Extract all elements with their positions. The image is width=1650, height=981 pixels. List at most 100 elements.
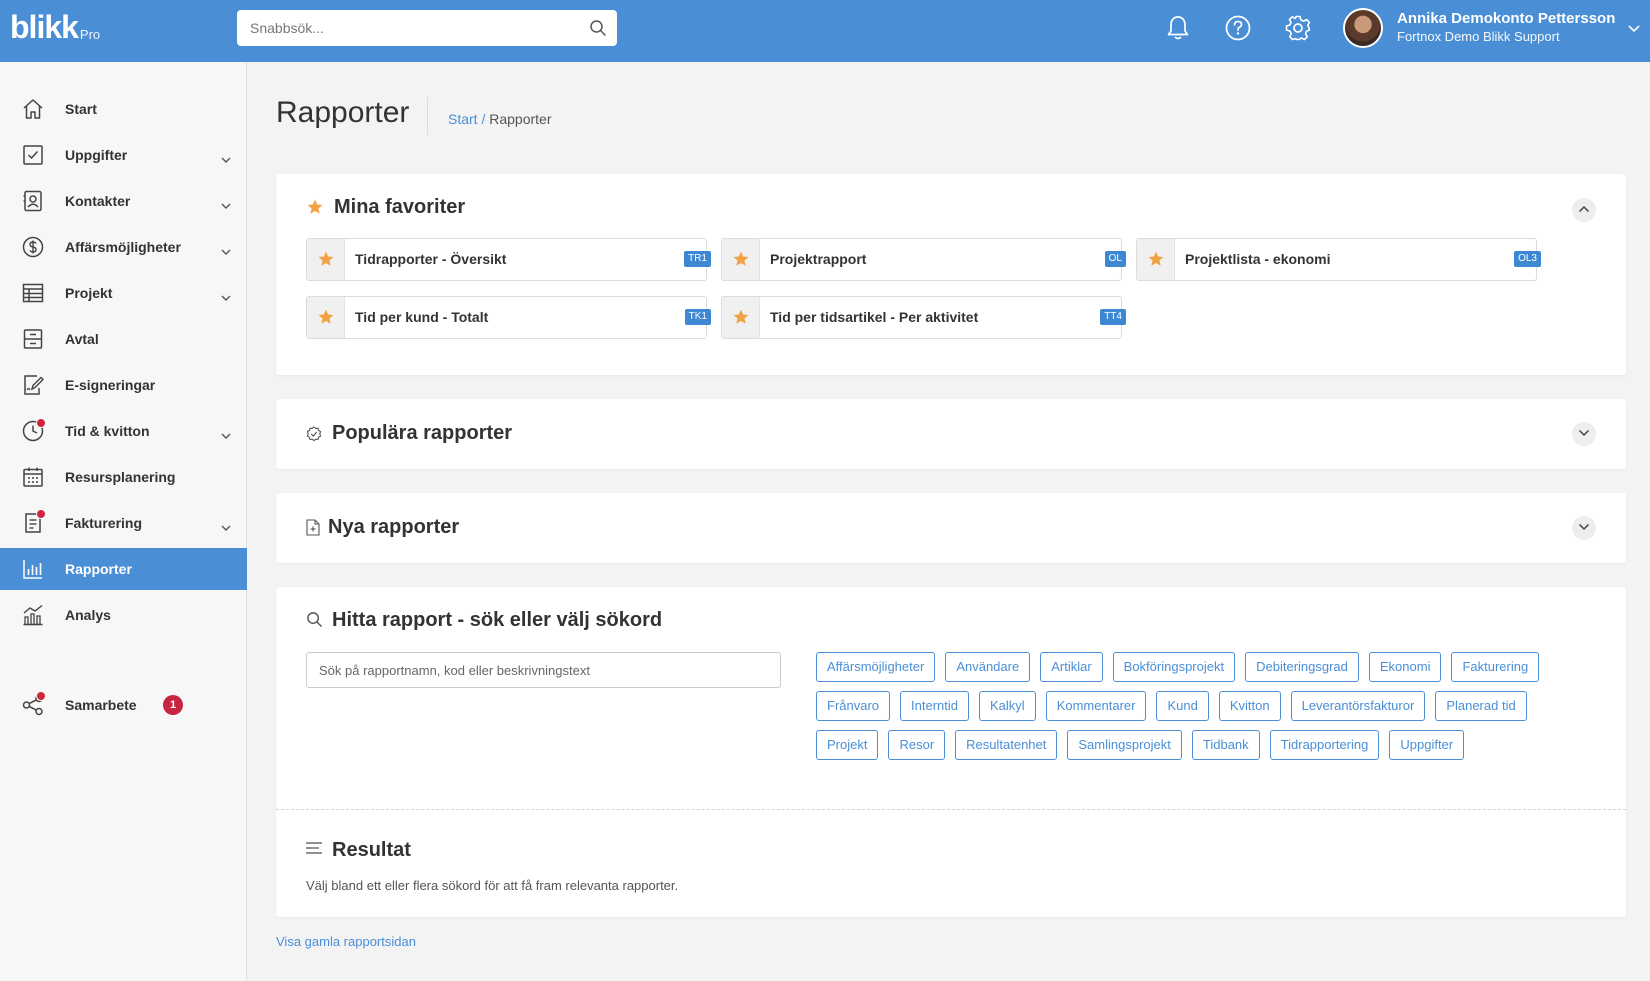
chevron-down-icon[interactable] <box>221 288 231 306</box>
title-divider <box>427 97 428 135</box>
keyword-tag[interactable]: Kund <box>1156 691 1209 721</box>
keyword-tag[interactable]: Samlingsprojekt <box>1067 730 1182 760</box>
sidebar-item-analys[interactable]: Analys <box>0 594 247 636</box>
keyword-tag[interactable]: Projekt <box>816 730 879 760</box>
sidebar-item-samarbete[interactable]: Samarbete 1 <box>0 684 247 726</box>
new-reports-title: Nya rapporter <box>328 516 460 538</box>
user-info[interactable]: Annika Demokonto Pettersson Fortnox Demo… <box>1397 10 1615 46</box>
table-icon <box>21 281 45 305</box>
bell-icon[interactable] <box>1163 13 1193 43</box>
expand-toggle[interactable] <box>1572 516 1596 540</box>
keyword-tag[interactable]: Fakturering <box>1451 652 1540 682</box>
sidebar-item-resursplanering[interactable]: Resursplanering <box>0 456 247 498</box>
star-icon[interactable] <box>722 297 760 338</box>
star-icon <box>306 198 324 221</box>
keyword-tag[interactable]: Uppgifter <box>1389 730 1465 760</box>
quick-search-input[interactable] <box>237 10 567 46</box>
sidebar-item-label: Samarbete <box>65 697 137 713</box>
favorite-report[interactable]: Tidrapporter - Översikt TR1 <box>306 238 711 281</box>
page-title: Rapporter <box>276 96 410 129</box>
user-org: Fortnox Demo Blikk Support <box>1397 29 1560 44</box>
sidebar-item-fakturering[interactable]: Fakturering <box>0 502 247 544</box>
new-reports-card[interactable]: Nya rapporter <box>276 493 1626 563</box>
favorite-report[interactable]: Tid per kund - Totalt TK1 <box>306 296 711 339</box>
popular-reports-card[interactable]: Populära rapporter <box>276 399 1626 469</box>
keyword-tag[interactable]: Leverantörsfakturor <box>1290 691 1426 721</box>
favorites-title: Mina favoriter <box>334 196 466 218</box>
star-icon[interactable] <box>307 297 345 338</box>
sidebar-item-start[interactable]: Start <box>0 88 247 130</box>
keyword-tag[interactable]: Ekonomi <box>1368 652 1442 682</box>
star-icon[interactable] <box>722 239 760 280</box>
chevron-down-icon[interactable] <box>221 150 231 168</box>
keyword-tags: Affärsmöjligheter Användare Artiklar Bokför… <box>816 652 1556 769</box>
notification-dot <box>36 691 46 701</box>
sidebar-item-affarsmojligheter[interactable]: Affärsmöjligheter <box>0 226 247 268</box>
sidebar-item-label: Analys <box>65 607 111 623</box>
keyword-tag[interactable]: Planerad tid <box>1435 691 1527 721</box>
home-icon <box>21 97 45 121</box>
favorite-report[interactable]: Projektrapport OL <box>721 238 1126 281</box>
sidebar: Start Uppgifter Kontakter Affärsmöjlighe… <box>0 62 247 981</box>
chevron-down-icon <box>1578 429 1590 437</box>
sidebar-item-label: E-signeringar <box>65 377 156 393</box>
breadcrumb-separator: / <box>477 111 490 127</box>
quick-search <box>237 10 617 46</box>
expand-toggle[interactable] <box>1572 422 1596 446</box>
favorite-label: Tid per kund - Totalt <box>355 309 489 325</box>
keyword-tag[interactable]: Resor <box>888 730 946 760</box>
keyword-tag[interactable]: Användare <box>945 652 1031 682</box>
keyword-tag[interactable]: Debiteringsgrad <box>1245 652 1359 682</box>
chevron-down-icon[interactable] <box>221 196 231 214</box>
breadcrumb-start[interactable]: Start <box>448 111 478 127</box>
help-icon[interactable] <box>1223 13 1253 43</box>
sidebar-item-label: Projekt <box>65 285 113 301</box>
star-icon[interactable] <box>307 239 345 280</box>
sidebar-item-label: Affärsmöjligheter <box>65 239 181 255</box>
chevron-down-icon <box>1578 523 1590 531</box>
report-search-input[interactable] <box>306 652 781 688</box>
logo-sub: Pro <box>79 27 101 42</box>
favorite-report[interactable]: Projektlista - ekonomi OL3 <box>1136 238 1541 281</box>
report-code-badge: OL <box>1104 251 1126 267</box>
keyword-tag[interactable]: Tidrapportering <box>1269 730 1380 760</box>
sidebar-item-uppgifter[interactable]: Uppgifter <box>0 134 247 176</box>
section-divider <box>276 809 1626 810</box>
sidebar-item-label: Start <box>65 101 97 117</box>
keyword-tag[interactable]: Artiklar <box>1040 652 1103 682</box>
chevron-down-icon[interactable] <box>221 426 231 444</box>
sidebar-item-rapporter[interactable]: Rapporter <box>0 548 247 590</box>
favorite-report[interactable]: Tid per tidsartikel - Per aktivitet TT4 <box>721 296 1126 339</box>
keyword-tag[interactable]: Interntid <box>900 691 970 721</box>
notification-badge: 1 <box>163 695 183 715</box>
keyword-tag[interactable]: Frånvaro <box>816 691 891 721</box>
keyword-tag[interactable]: Affärsmöjligheter <box>816 652 936 682</box>
user-name: Annika Demokonto Pettersson <box>1397 10 1616 27</box>
sidebar-item-avtal[interactable]: Avtal <box>0 318 247 360</box>
chevron-down-icon[interactable] <box>221 242 231 260</box>
sidebar-item-e-signeringar[interactable]: E-signeringar <box>0 364 247 406</box>
star-icon[interactable] <box>1137 239 1175 280</box>
logo[interactable]: blikk Pro <box>10 10 100 44</box>
notification-dot <box>36 418 46 428</box>
avatar[interactable] <box>1343 8 1383 48</box>
keyword-tag[interactable]: Bokföringsprojekt <box>1112 652 1236 682</box>
sidebar-item-kontakter[interactable]: Kontakter <box>0 180 247 222</box>
gear-icon[interactable] <box>1283 13 1313 43</box>
favorite-label: Projektlista - ekonomi <box>1185 251 1331 267</box>
analytics-icon <box>21 603 45 627</box>
sidebar-item-projekt[interactable]: Projekt <box>0 272 247 314</box>
chevron-down-icon[interactable] <box>221 518 231 536</box>
collapse-toggle[interactable] <box>1572 198 1596 222</box>
report-code-badge: TK1 <box>684 309 711 325</box>
keyword-tag[interactable]: Kvitton <box>1218 691 1281 721</box>
keyword-tag[interactable]: Kommentarer <box>1045 691 1147 721</box>
sidebar-item-tid-kvitton[interactable]: Tid & kvitton <box>0 410 247 452</box>
search-icon[interactable] <box>589 19 607 42</box>
keyword-tag[interactable]: Resultatenhet <box>955 730 1058 760</box>
keyword-tag[interactable]: Tidbank <box>1191 730 1260 760</box>
old-reports-link[interactable]: Visa gamla rapportsidan <box>276 934 416 949</box>
keyword-tag[interactable]: Kalkyl <box>979 691 1036 721</box>
chevron-down-icon[interactable] <box>1628 20 1640 38</box>
chevron-up-icon <box>1578 205 1590 213</box>
